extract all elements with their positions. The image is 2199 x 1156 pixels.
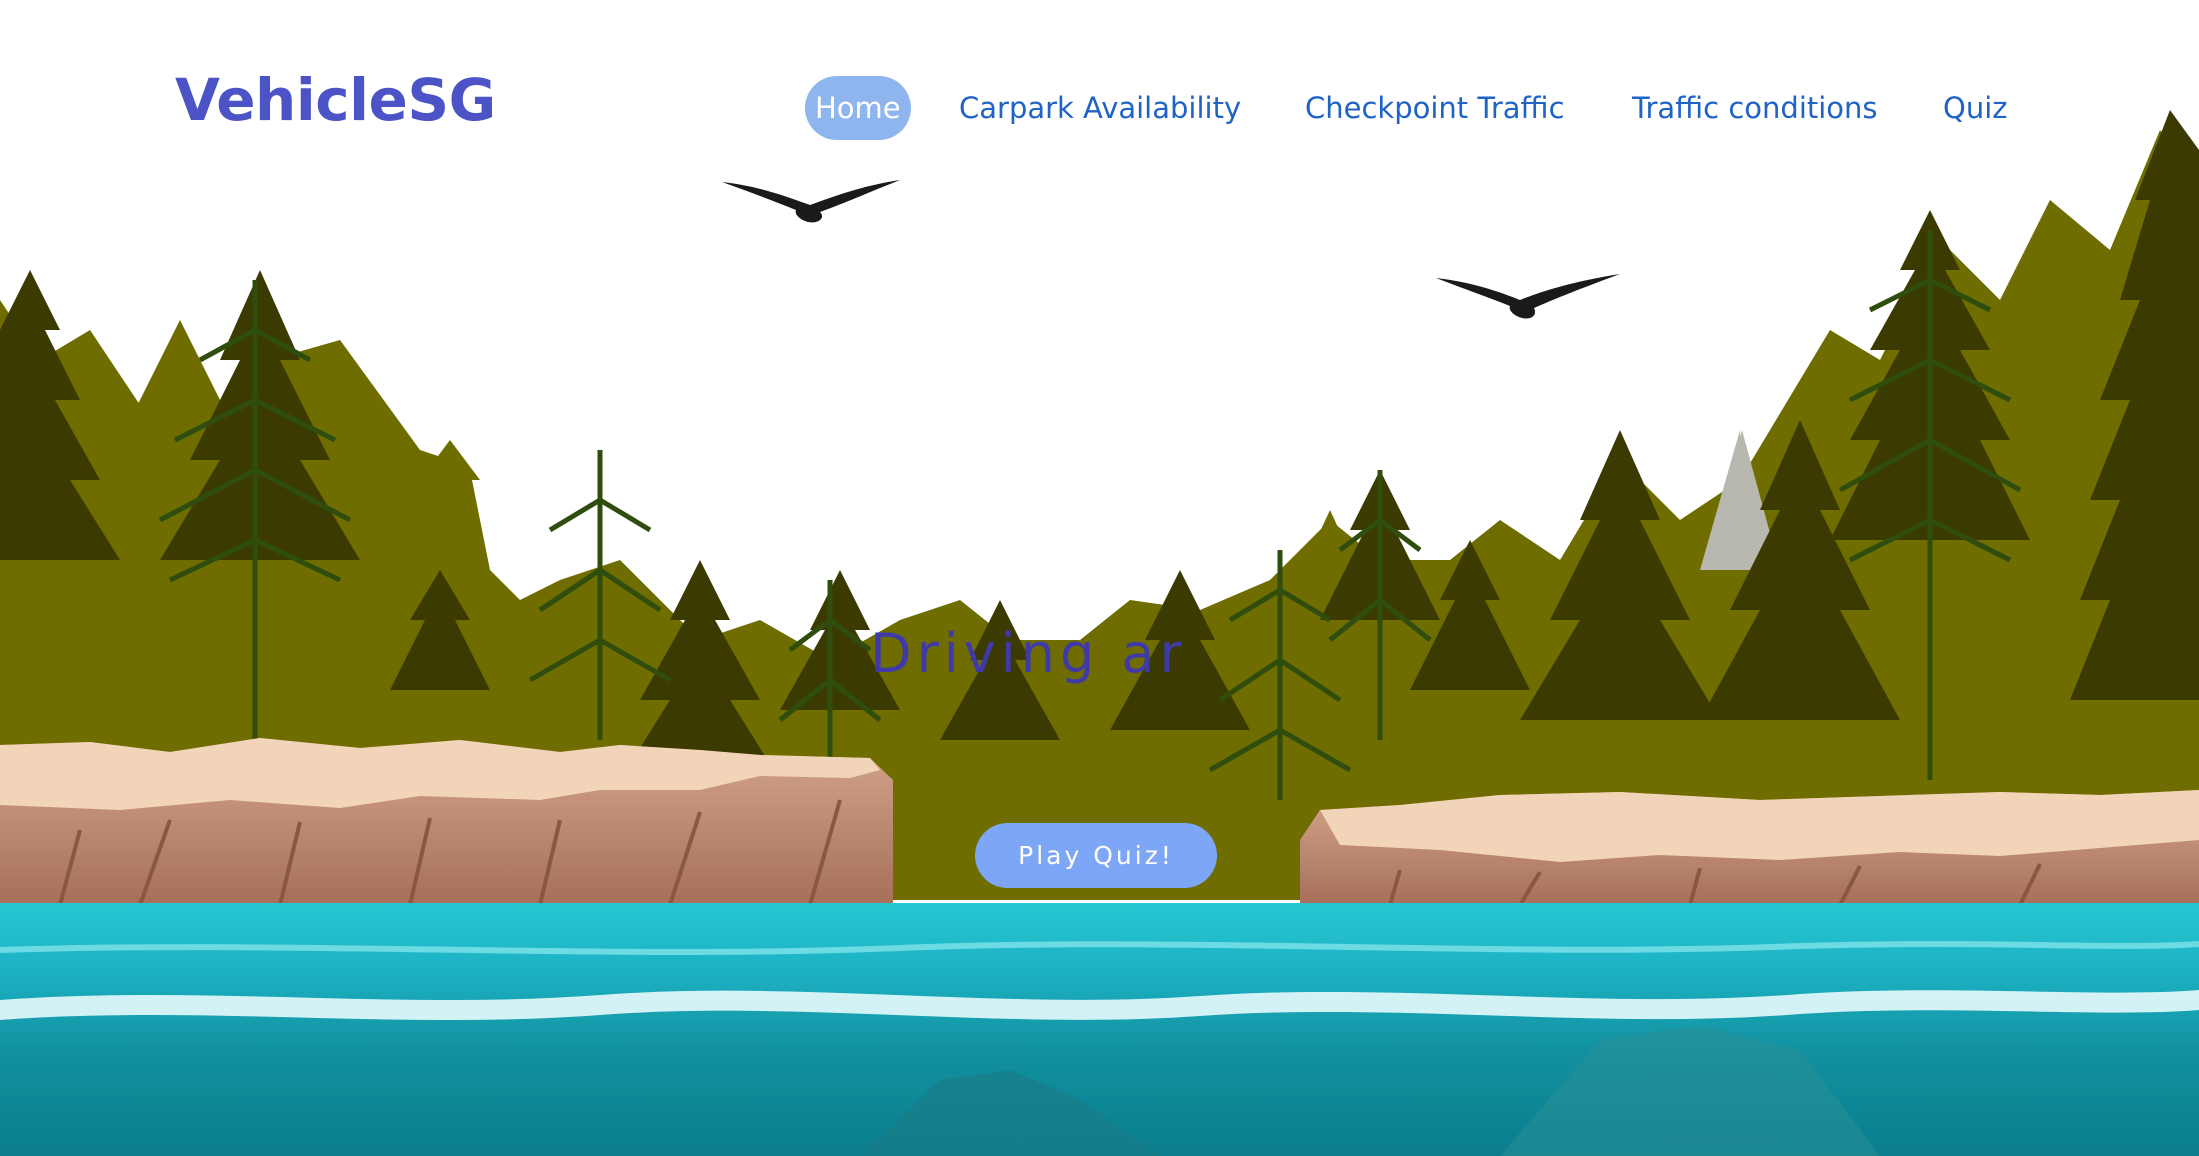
right-cliff (1300, 790, 2199, 907)
hero-headline: Driving ar (870, 622, 1187, 685)
nav-quiz[interactable]: Quiz (1943, 76, 2008, 140)
nav-checkpoint-traffic[interactable]: Checkpoint Traffic (1305, 76, 1565, 140)
lake-water (0, 903, 2199, 1156)
nav-home[interactable]: Home (805, 76, 911, 140)
nav-traffic-conditions[interactable]: Traffic conditions (1632, 76, 1878, 140)
bird-icon (1436, 274, 1620, 319)
nav-carpark-availability[interactable]: Carpark Availability (959, 76, 1241, 140)
left-cliff (0, 738, 893, 906)
site-header: VehicleSG Home Carpark Availability Chec… (0, 0, 2199, 215)
brand-logo[interactable]: VehicleSG (175, 66, 496, 134)
play-quiz-button[interactable]: Play Quiz! (975, 823, 1217, 888)
